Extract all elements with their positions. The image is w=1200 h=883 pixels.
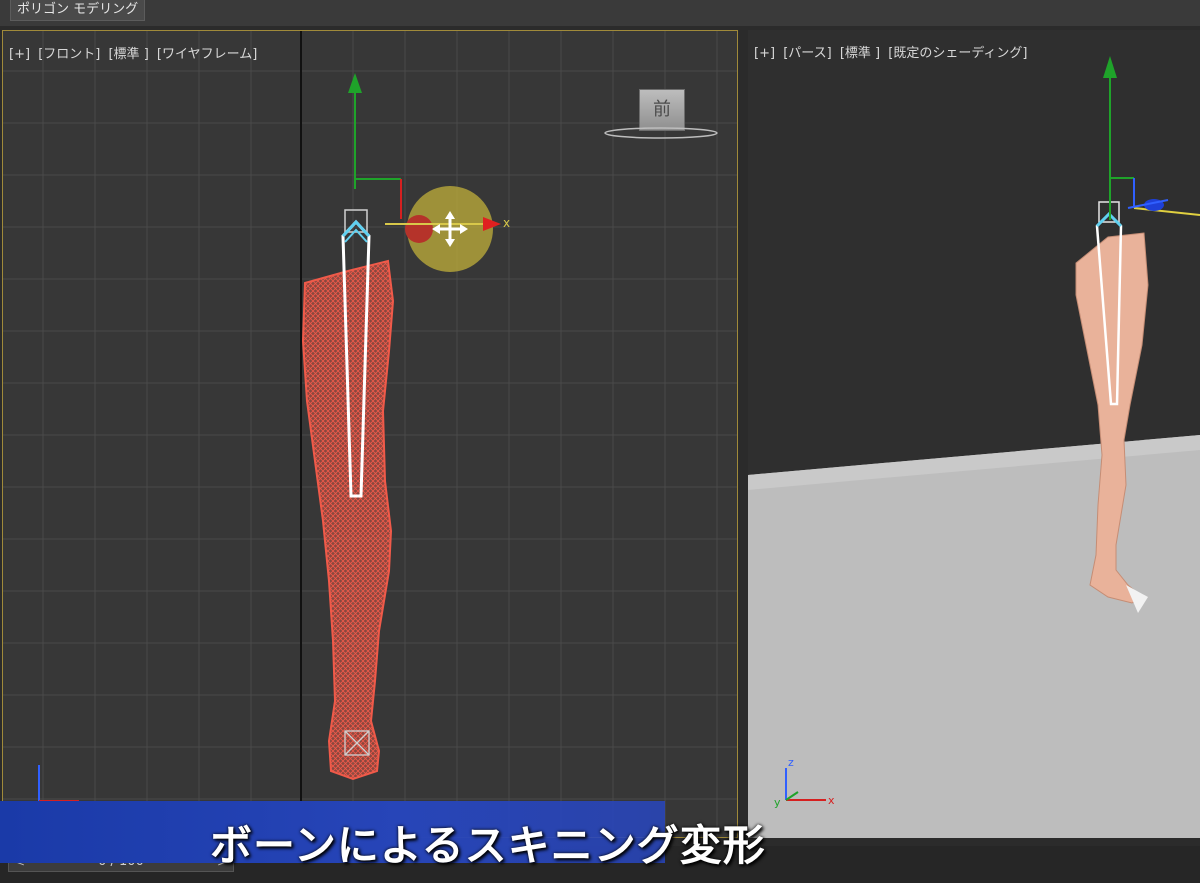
gizmo-x-axis-label: x [503,216,510,230]
front-axis-tripod [38,765,79,802]
viewcube-ring[interactable] [603,127,723,141]
viewport-menu-view[interactable]: [パース] [783,46,832,61]
viewport-menu-plus[interactable]: [+] [9,47,30,62]
perspective-axis-tripod: z x y [774,756,835,809]
front-viewport[interactable]: [+] [フロント] [標準 ] [ワイヤフレーム] 前 x [2,30,738,838]
viewport-menu-standard[interactable]: [標準 ] [108,47,148,62]
viewport-menu-shading[interactable]: [ワイヤフレーム] [157,47,257,62]
move-gizmo[interactable]: x [343,69,523,279]
tripod-x-label: x [828,794,835,807]
ankle-bone-end[interactable] [343,729,373,759]
ribbon-tab-polygon-modeling[interactable]: ポリゴン モデリング [10,0,146,21]
perspective-viewport-label[interactable]: [+] [パース] [標準 ] [既定のシェーディング] [754,42,1031,61]
perspective-move-gizmo[interactable] [1098,50,1200,230]
viewport-menu-shading[interactable]: [既定のシェーディング] [888,46,1027,61]
video-subtitle: ボーンによるスキニング変形 [210,821,766,870]
perspective-bone[interactable] [1093,198,1133,413]
viewport-menu-view[interactable]: [フロント] [38,47,100,62]
viewport-menu-plus[interactable]: [+] [754,46,775,61]
perspective-viewport[interactable]: [+] [パース] [標準 ] [既定のシェーディング] z x y [748,30,1200,838]
viewport-menu-standard[interactable]: [標準 ] [840,46,880,61]
front-viewport-label[interactable]: [+] [フロント] [標準 ] [ワイヤフレーム] [9,43,261,62]
ribbon-bar: ポリゴン モデリング [0,0,1200,26]
viewcube[interactable]: 前 [639,89,685,131]
tripod-y-label: y [774,796,781,809]
tripod-z-label: z [788,756,794,769]
